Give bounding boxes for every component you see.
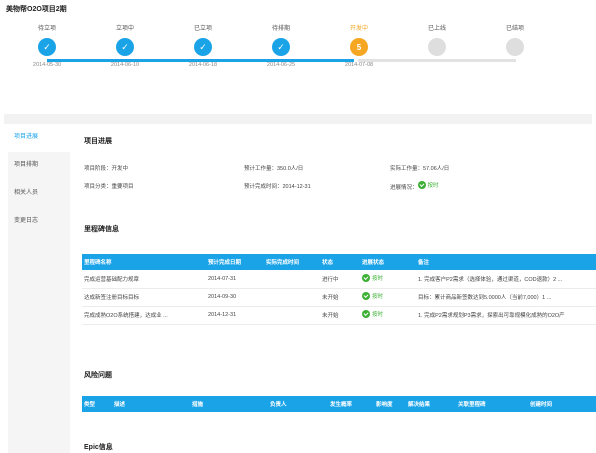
ontime-badge: 按时 [362, 273, 384, 282]
step-3-label: 已立项 [193, 26, 212, 32]
ontime-badge: 按时 [417, 181, 439, 189]
step-2-label: 立项中 [115, 26, 134, 32]
milestone-name: 达成新签注册目标目标 [82, 288, 206, 307]
check-circle-icon [417, 181, 426, 189]
step-6-label: 已上线 [427, 26, 446, 32]
step-6[interactable]: 已上线 [397, 24, 477, 62]
pending-circle-icon [506, 38, 524, 56]
column-header[interactable]: 类型 [82, 396, 112, 412]
progress-value: 按时 [372, 275, 384, 282]
progress-value: 按时 [372, 294, 384, 300]
table-row[interactable]: 完成成熟O2O系统搭建，达成业 ... 2014-12-31 未开始 按时 1.… [82, 306, 596, 325]
column-header[interactable]: 影响度 [374, 396, 406, 412]
milestone-note: 1. 完成客户P2需求（选择体验，通过渠道，COD退款）2 ... [416, 270, 596, 289]
estimated-finish: 预计完成时间：2014-12-31 [244, 184, 311, 190]
table-row[interactable]: 达成新签注册目标目标 2014-09-30 未开始 按时 目标：累计商品新签数达… [82, 288, 596, 307]
sidebar-item-people[interactable]: 相关人员 [8, 180, 70, 208]
step-2[interactable]: 立项中 ✓ 2014-06-10 [85, 24, 165, 68]
column-header[interactable]: 创建时间 [528, 396, 596, 412]
milestone-status: 未开始 [320, 288, 360, 307]
column-header[interactable]: 里程碑名称 [82, 254, 206, 270]
check-icon: ✓ [272, 38, 290, 56]
milestone-note: 目标：累计商品新签数达到5.0000人（当前7,000）1 ... [416, 288, 596, 307]
check-icon: ✓ [116, 38, 134, 56]
milestone-note: 1. 完成P2需求规划P3需求，探索出可靠规模化成熟的O2O产 [416, 306, 596, 325]
column-header[interactable]: 关联里程碑 [456, 396, 528, 412]
check-icon: ✓ [38, 38, 56, 56]
risks-table: 类型 描述 措施 负责人 发生概率 影响度 解决结果 关联里程碑 创建时间 [82, 396, 596, 412]
step-7[interactable]: 已结项 [475, 24, 555, 62]
actual-date [264, 288, 320, 307]
project-stage: 项目阶段：开发中 [84, 166, 129, 172]
progress-cell: 按时 [360, 270, 416, 289]
check-icon: ✓ [194, 38, 212, 56]
progress-status-label: 进展情况： [390, 185, 418, 191]
step-7-label: 已结项 [505, 26, 524, 32]
column-header[interactable]: 解决结果 [406, 396, 456, 412]
milestone-name: 完成成熟O2O系统搭建，达成业 ... [82, 306, 206, 325]
ontime-badge: 按时 [362, 310, 383, 318]
step-5-date: 2014-07-08 [344, 62, 374, 68]
project-category: 项目分类：重要项目 [84, 184, 134, 190]
step-3-date: 2014-06-18 [188, 62, 218, 68]
step-4-label: 待排期 [271, 26, 290, 32]
pending-circle-icon [428, 38, 446, 56]
milestones-title: 里程碑信息 [84, 226, 119, 233]
milestone-status: 进行中 [320, 270, 360, 289]
sidebar-item-progress[interactable]: 项目进展 [8, 124, 70, 152]
ontime-badge: 按时 [362, 292, 383, 300]
step-1-date: 2014-05-30 [32, 62, 62, 68]
progress-cell: 按时 [360, 306, 416, 325]
epic-title: Epic信息 [84, 444, 113, 451]
estimated-workload: 预计工作量：350.0人/日 [244, 166, 304, 172]
column-header[interactable]: 预计完成日期 [206, 254, 264, 270]
sidebar-item-changelog[interactable]: 变更日志 [8, 208, 70, 236]
step-4-date: 2014-06-25 [266, 62, 296, 68]
table-header-row: 里程碑名称 预计完成日期 实际完成时间 状态 进展状态 备注 [82, 254, 596, 270]
column-header[interactable]: 进展状态 [360, 254, 416, 270]
step-4[interactable]: 待排期 ✓ 2014-06-25 [241, 24, 321, 68]
column-header[interactable]: 负责人 [268, 396, 328, 412]
progress-status-value: 按时 [427, 183, 439, 189]
planned-date: 2014-09-30 [206, 288, 264, 307]
step-1-label: 待立项 [37, 26, 56, 32]
check-circle-icon [362, 292, 370, 300]
actual-date [264, 306, 320, 325]
column-header[interactable]: 实际完成时间 [264, 254, 320, 270]
step-3[interactable]: 已立项 ✓ 2014-06-18 [163, 24, 243, 68]
table-header-row: 类型 描述 措施 负责人 发生概率 影响度 解决结果 关联里程碑 创建时间 [82, 396, 596, 412]
progress-value: 按时 [372, 312, 384, 318]
column-header[interactable]: 备注 [416, 254, 596, 270]
column-header[interactable]: 措施 [190, 396, 268, 412]
column-header[interactable]: 发生概率 [328, 396, 374, 412]
step-2-date: 2014-06-10 [110, 62, 140, 68]
step-5[interactable]: 开发中 5 2014-07-08 [319, 24, 399, 68]
step-1[interactable]: 待立项 ✓ 2014-05-30 [7, 24, 87, 68]
column-header[interactable]: 状态 [320, 254, 360, 270]
sidebar: 项目进展 项目排期 相关人员 变更日志 [8, 124, 70, 453]
progress-title: 项目进展 [84, 138, 112, 145]
actual-date [264, 270, 320, 289]
section-divider [4, 114, 592, 124]
sidebar-item-schedule[interactable]: 项目排期 [8, 152, 70, 180]
check-circle-icon [362, 310, 370, 318]
step-5-label: 开发中 [349, 26, 368, 32]
planned-date: 2014-12-31 [206, 306, 264, 325]
risks-title: 风险问题 [84, 372, 112, 379]
actual-workload: 实际工作量：57.06人/日 [390, 166, 450, 172]
page-title: 美物帮O2O项目2期 [6, 6, 67, 13]
planned-date: 2014-07-31 [206, 270, 264, 289]
project-stepper: 待立项 ✓ 2014-05-30 立项中 ✓ 2014-06-10 已立项 ✓ … [0, 24, 596, 94]
table-row[interactable]: 完成运营基础配力规章 2014-07-31 进行中 按时 1. 完成客户P2需求… [82, 270, 596, 289]
step-5-number: 5 [350, 38, 368, 56]
check-circle-icon [362, 273, 370, 282]
progress-cell: 按时 [360, 288, 416, 307]
progress-status: 进展情况： 按时 [390, 181, 439, 191]
milestone-status: 未开始 [320, 306, 360, 325]
column-header[interactable]: 描述 [112, 396, 190, 412]
milestones-table: 里程碑名称 预计完成日期 实际完成时间 状态 进展状态 备注 完成运营基础配力规… [82, 254, 596, 325]
milestone-name: 完成运营基础配力规章 [82, 270, 206, 289]
